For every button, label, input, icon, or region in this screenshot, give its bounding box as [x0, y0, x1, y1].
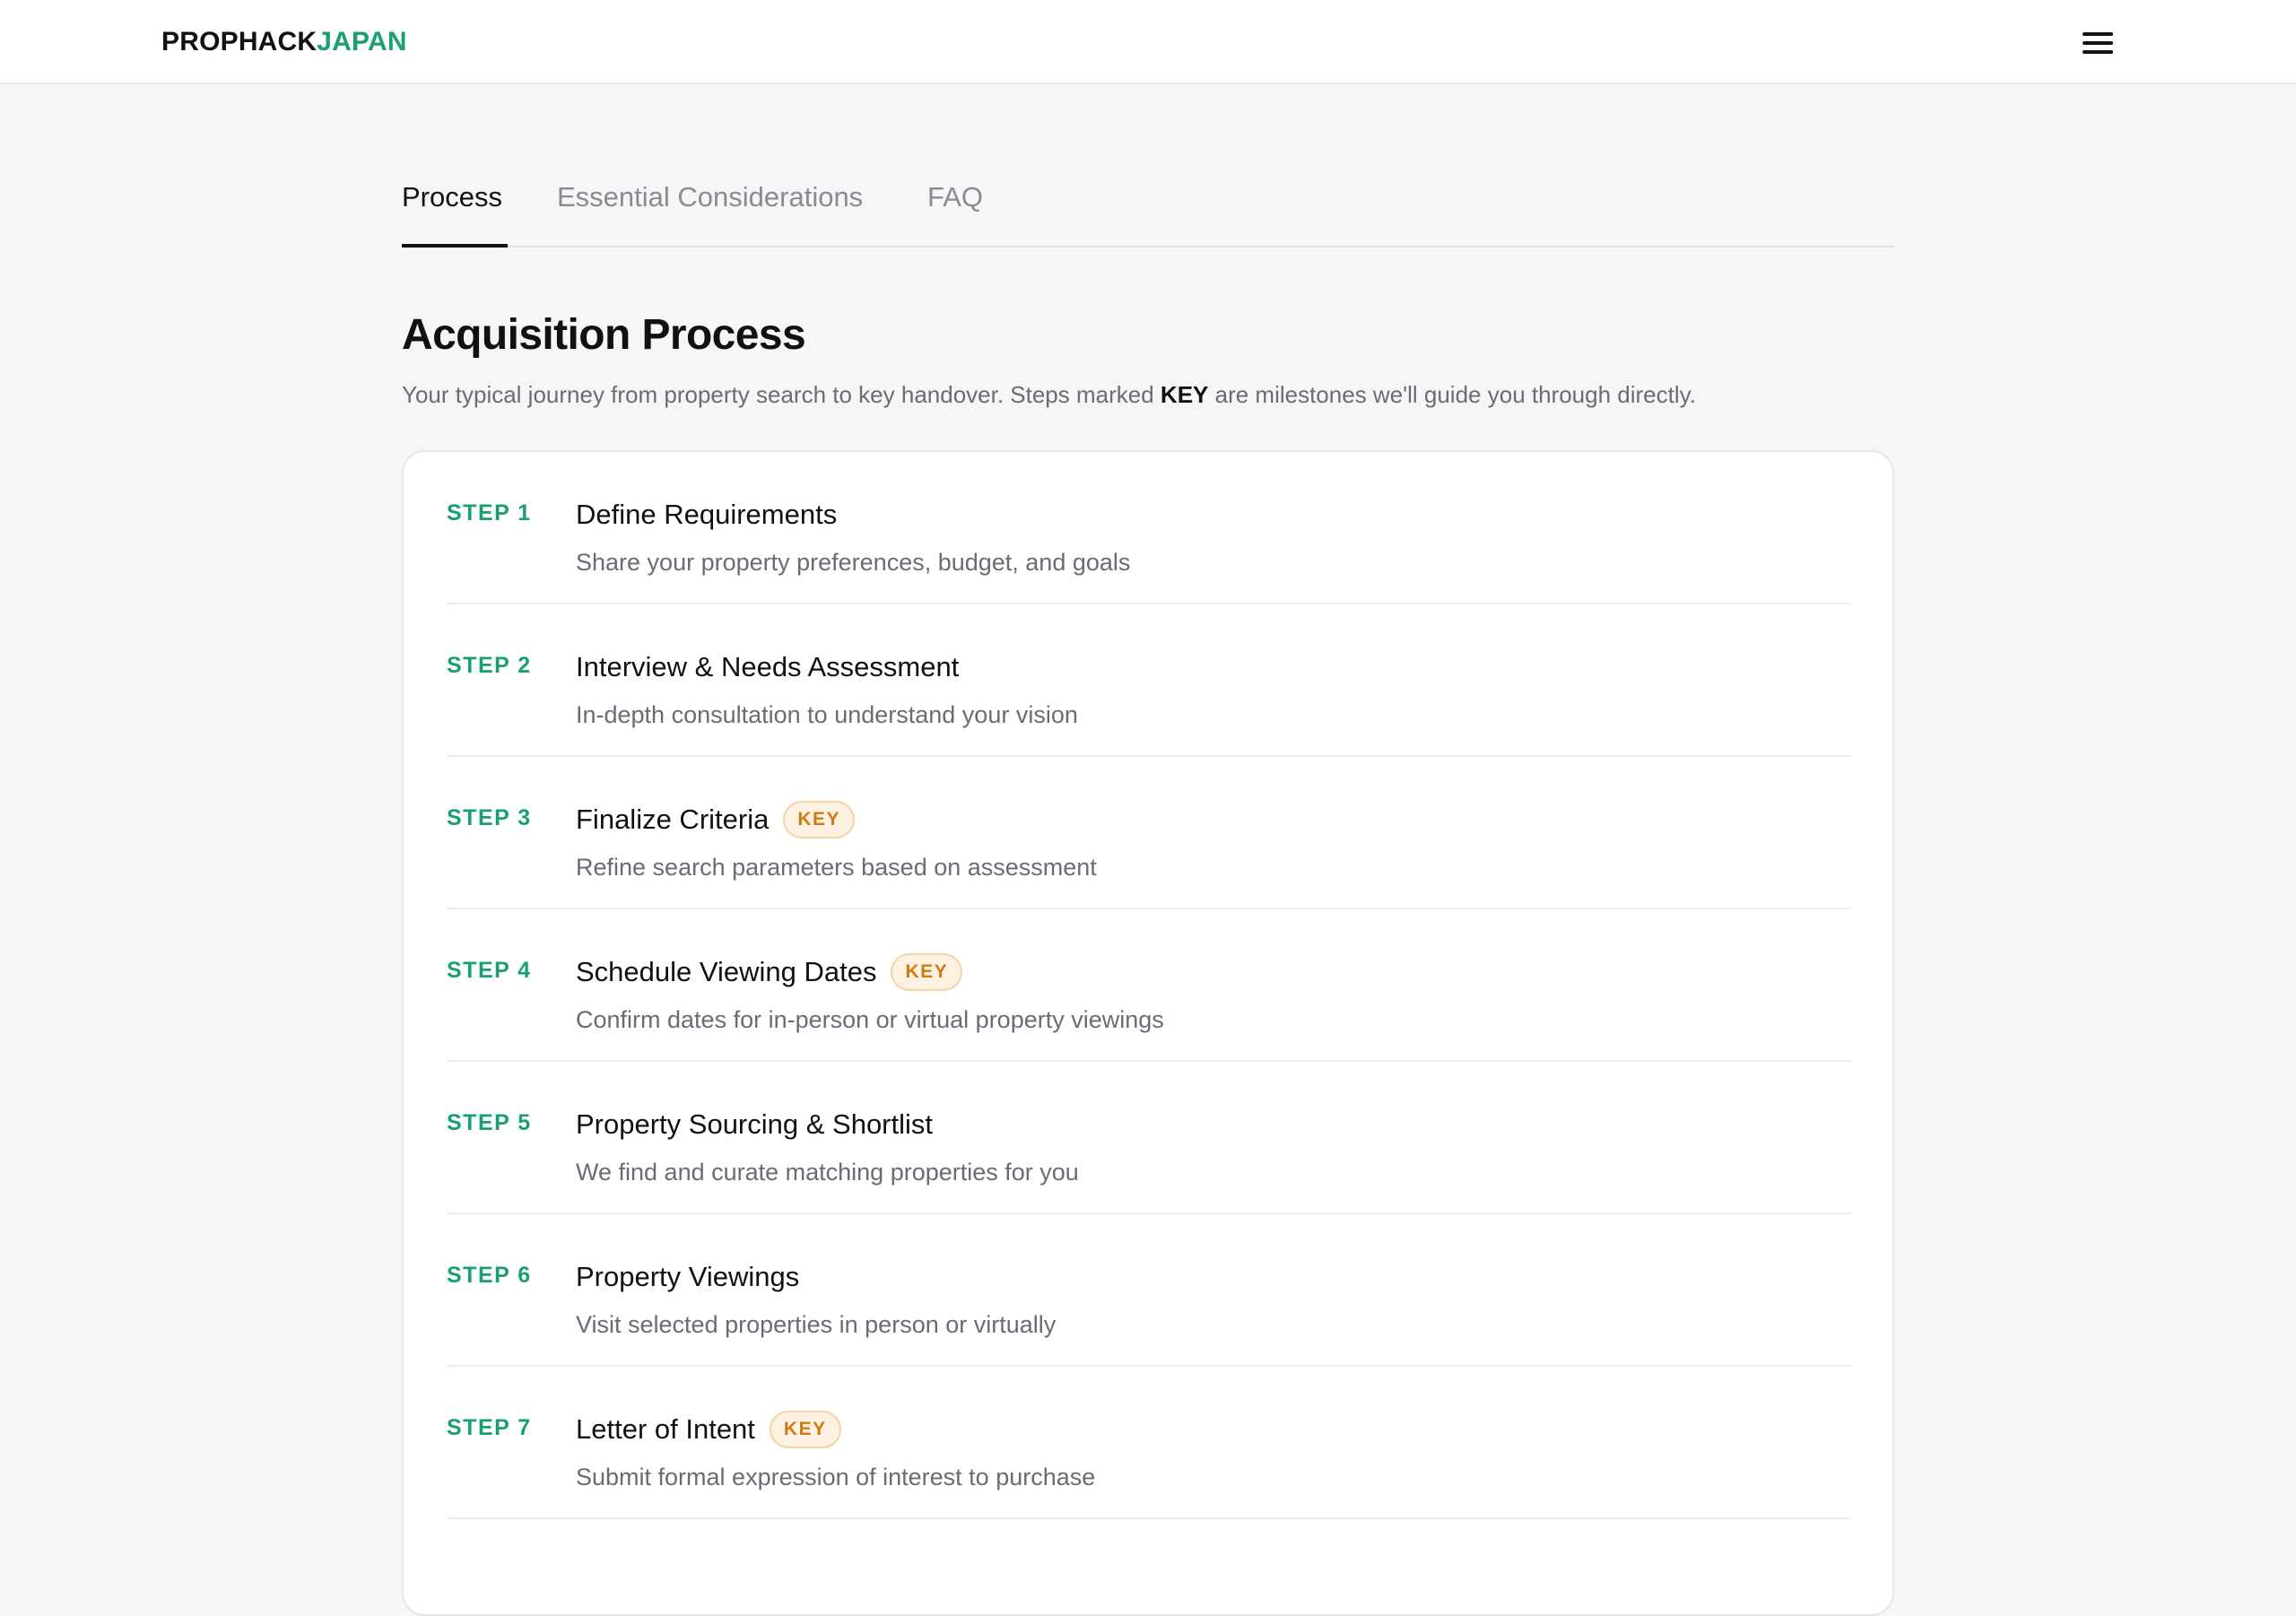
- subtitle-text-before: Your typical journey from property searc…: [402, 381, 1161, 408]
- step-number: STEP 1: [447, 500, 532, 526]
- step-title-row: Property Sourcing & Shortlist: [576, 1107, 933, 1142]
- tab-essential-considerations[interactable]: Essential Considerations: [557, 181, 863, 213]
- step-row: STEP 2 Interview & Needs Assessment In-d…: [447, 604, 1851, 757]
- step-title-row: Interview & Needs Assessment: [576, 649, 959, 685]
- step-number: STEP 4: [447, 958, 532, 983]
- step-title: Letter of Intent: [576, 1413, 755, 1445]
- step-title: Property Viewings: [576, 1261, 800, 1292]
- top-navigation-bar: PROPHACKJAPAN: [0, 0, 2296, 84]
- step-description: In-depth consultation to understand your…: [576, 701, 1078, 728]
- step-row: STEP 7 Letter of Intent KEY Submit forma…: [447, 1367, 1851, 1519]
- step-title-row: Finalize Criteria KEY: [576, 801, 856, 838]
- logo-text-japan: JAPAN: [317, 27, 407, 56]
- step-title: Interview & Needs Assessment: [576, 651, 960, 682]
- step-title: Define Requirements: [576, 499, 838, 530]
- page-subtitle: Your typical journey from property searc…: [402, 378, 1696, 411]
- step-title-row: Schedule Viewing Dates KEY: [576, 953, 963, 991]
- key-milestone-badge: KEY: [783, 801, 856, 838]
- step-description: Visit selected properties in person or v…: [576, 1311, 1057, 1338]
- logo-text-prophack: PROPHACK: [161, 27, 317, 56]
- menu-line: [2083, 50, 2113, 54]
- hamburger-menu-icon[interactable]: [2081, 27, 2117, 59]
- subtitle-key-word: KEY: [1160, 381, 1209, 408]
- menu-line: [2083, 41, 2113, 45]
- step-description: We find and curate matching properties f…: [576, 1159, 1079, 1186]
- process-steps-card: STEP 1 Define Requirements Share your pr…: [402, 450, 1894, 1616]
- step-number: STEP 5: [447, 1110, 532, 1135]
- step-row: STEP 4 Schedule Viewing Dates KEY Confir…: [447, 909, 1851, 1062]
- tab-process[interactable]: Process: [402, 181, 502, 213]
- site-logo[interactable]: PROPHACKJAPAN: [161, 25, 407, 59]
- step-number: STEP 2: [447, 653, 532, 678]
- step-number: STEP 6: [447, 1263, 532, 1288]
- menu-line: [2083, 32, 2113, 36]
- step-description: Share your property preferences, budget,…: [576, 549, 1131, 576]
- tab-bar: Process Essential Considerations FAQ: [402, 84, 1894, 248]
- subtitle-text-after: are milestones we'll guide you through d…: [1208, 381, 1696, 408]
- step-number: STEP 3: [447, 805, 532, 830]
- step-description: Refine search parameters based on assess…: [576, 854, 1097, 881]
- key-milestone-badge: KEY: [769, 1411, 841, 1448]
- step-description: Confirm dates for in-person or virtual p…: [576, 1006, 1164, 1033]
- step-row: STEP 1 Define Requirements Share your pr…: [447, 452, 1851, 604]
- step-title-row: Property Viewings: [576, 1259, 799, 1295]
- step-number: STEP 7: [447, 1415, 532, 1440]
- main-content: Process Essential Considerations FAQ Acq…: [402, 84, 1894, 1616]
- active-tab-indicator: [402, 244, 508, 248]
- step-row: STEP 3 Finalize Criteria KEY Refine sear…: [447, 757, 1851, 909]
- step-row: STEP 6 Property Viewings Visit selected …: [447, 1214, 1851, 1367]
- step-description: Submit formal expression of interest to …: [576, 1464, 1096, 1490]
- step-title: Finalize Criteria: [576, 804, 770, 835]
- page-title: Acquisition Process: [402, 311, 806, 359]
- step-title: Schedule Viewing Dates: [576, 956, 877, 987]
- tab-faq[interactable]: FAQ: [927, 181, 983, 213]
- step-title: Property Sourcing & Shortlist: [576, 1108, 934, 1140]
- step-title-row: Letter of Intent KEY: [576, 1411, 841, 1448]
- step-title-row: Define Requirements: [576, 497, 837, 533]
- step-row: STEP 5 Property Sourcing & Shortlist We …: [447, 1062, 1851, 1214]
- key-milestone-badge: KEY: [891, 953, 963, 991]
